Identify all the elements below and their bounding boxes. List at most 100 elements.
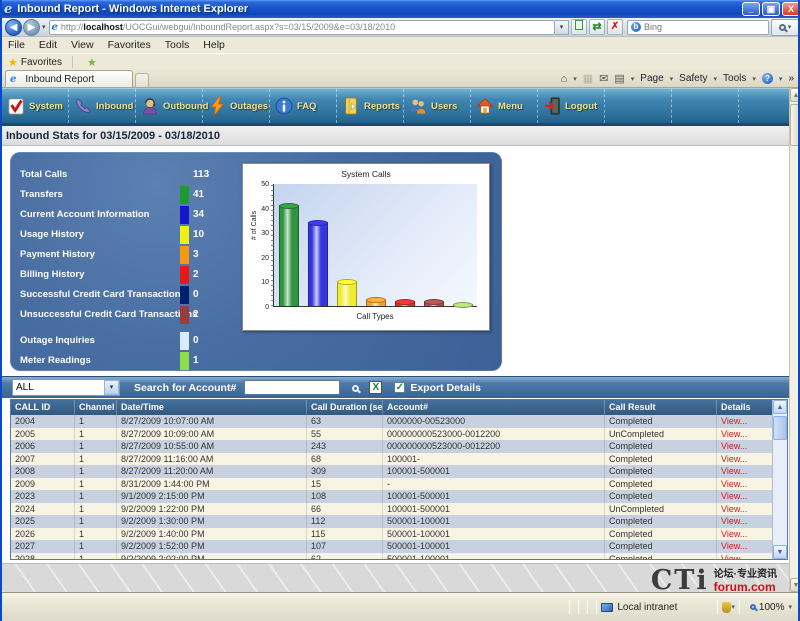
view-details-link[interactable]: View...: [717, 440, 773, 453]
export-details-checkbox[interactable]: ✓: [394, 382, 405, 393]
protected-mode-caret-icon[interactable]: ▾: [731, 603, 735, 611]
web-search-button[interactable]: ▾: [771, 19, 799, 36]
print-caret-icon[interactable]: ▾: [631, 75, 635, 83]
minimize-button[interactable]: _: [742, 2, 760, 16]
view-details-link[interactable]: View...: [717, 428, 773, 441]
read-mail-icon[interactable]: ✉: [599, 72, 608, 85]
table-scrollbar[interactable]: ▲ ▼: [772, 400, 787, 559]
column-header-call-id[interactable]: CALL ID: [11, 400, 75, 415]
table-row[interactable]: 200418/27/2009 10:07:00 AM630000000-0052…: [11, 415, 774, 428]
zoom-button[interactable]: [750, 602, 756, 613]
table-row[interactable]: 200918/31/2009 1:44:00 PM15-CompletedVie…: [11, 478, 774, 491]
close-button[interactable]: X: [782, 2, 800, 16]
page-menu[interactable]: Page: [640, 73, 663, 84]
view-details-link[interactable]: View...: [717, 515, 773, 528]
nav-item-menu[interactable]: Menu: [471, 89, 538, 123]
page-caret-icon: ▾: [670, 75, 674, 83]
compatibility-view-button[interactable]: [571, 19, 587, 35]
web-search-box[interactable]: b: [627, 20, 769, 35]
home-caret-icon[interactable]: ▾: [573, 75, 577, 83]
zoom-caret-icon[interactable]: ▾: [788, 603, 792, 611]
table-row[interactable]: 202419/2/2009 1:22:00 PM66100001-500001U…: [11, 503, 774, 516]
column-header-call-result[interactable]: Call Result: [605, 400, 717, 415]
menu-edit[interactable]: Edit: [39, 39, 57, 51]
column-header-account-[interactable]: Account#: [383, 400, 605, 415]
new-tab-button[interactable]: [135, 73, 149, 87]
favorites-bar: ★ Favorites ★: [2, 53, 800, 70]
view-details-link[interactable]: View...: [717, 453, 773, 466]
table-row[interactable]: 200818/27/2009 11:20:00 AM309100001-5000…: [11, 465, 774, 478]
address-field[interactable]: e http://localhost/UOCGui/webgui/Inbound…: [49, 20, 555, 35]
safety-menu[interactable]: Safety: [679, 73, 707, 84]
nav-item-users[interactable]: Users: [404, 89, 471, 123]
browser-scrollbar[interactable]: ▲ ▼: [789, 88, 800, 592]
view-details-link[interactable]: View...: [717, 528, 773, 541]
refresh-button[interactable]: ⇄: [589, 19, 605, 35]
browser-scrollbar-thumb[interactable]: [790, 104, 800, 146]
column-header-date-time[interactable]: Date/Time: [117, 400, 307, 415]
scroll-down-icon[interactable]: ▼: [773, 545, 787, 559]
scrollbar-thumb[interactable]: [773, 416, 787, 440]
web-search-input[interactable]: [644, 22, 765, 32]
home-icon[interactable]: ⌂: [561, 73, 568, 85]
table-row[interactable]: 202719/2/2009 1:52:00 PM107500001-100001…: [11, 540, 774, 553]
cell: 1: [75, 453, 117, 466]
table-row[interactable]: 202619/2/2009 1:40:00 PM115500001-100001…: [11, 528, 774, 541]
browser-scroll-up-icon[interactable]: ▲: [790, 88, 800, 102]
favorites-button[interactable]: Favorites: [21, 57, 62, 68]
more-commands-chevron[interactable]: »: [788, 73, 794, 84]
menu-tools[interactable]: Tools: [165, 39, 190, 51]
bar-cap: [424, 299, 444, 305]
menu-help[interactable]: Help: [203, 39, 225, 51]
account-search-button[interactable]: [352, 379, 359, 397]
protected-mode-icon[interactable]: [722, 602, 731, 613]
feeds-icon[interactable]: ▦: [583, 72, 593, 85]
view-details-link[interactable]: View...: [717, 503, 773, 516]
tab-inbound-report[interactable]: e Inbound Report: [5, 70, 133, 87]
back-button[interactable]: ◀: [5, 19, 22, 36]
table-row[interactable]: 202819/2/2009 2:02:00 PM62500001-100001C…: [11, 553, 774, 560]
menu-file[interactable]: File: [8, 39, 25, 51]
stat-row: Current Account Information34: [20, 206, 250, 226]
browser-scroll-down-icon[interactable]: ▼: [790, 578, 800, 592]
nav-item-outages[interactable]: Outages: [203, 89, 270, 123]
column-header-channel[interactable]: Channel: [75, 400, 117, 415]
tools-menu[interactable]: Tools: [723, 73, 746, 84]
print-icon[interactable]: ▤: [614, 72, 624, 85]
nav-item-reports[interactable]: Reports: [337, 89, 404, 123]
nav-item-outbound[interactable]: Outbound: [136, 89, 203, 123]
stop-button[interactable]: ✗: [607, 19, 623, 35]
add-favorite-icon[interactable]: ★: [87, 56, 97, 69]
menu-view[interactable]: View: [71, 39, 94, 51]
table-row[interactable]: 200618/27/2009 10:55:00 AM24300000000052…: [11, 440, 774, 453]
history-dropdown-icon[interactable]: ▾: [42, 23, 46, 31]
forward-button[interactable]: ▶: [23, 19, 40, 36]
scroll-up-icon[interactable]: ▲: [773, 400, 787, 414]
table-row[interactable]: 202319/1/2009 2:15:00 PM108100001-500001…: [11, 490, 774, 503]
filter-select[interactable]: ALL ▾: [12, 379, 120, 396]
view-details-link[interactable]: View...: [717, 490, 773, 503]
nav-item-logout[interactable]: Logout: [538, 89, 605, 123]
help-icon[interactable]: ?: [762, 73, 773, 84]
cell: 500001-100001: [383, 515, 605, 528]
restore-button[interactable]: ▣: [762, 2, 780, 16]
export-excel-icon[interactable]: X: [369, 381, 382, 394]
filter-dropdown-icon[interactable]: ▾: [104, 380, 119, 395]
cell: Completed: [605, 540, 717, 553]
table-row[interactable]: 202519/2/2009 1:30:00 PM112500001-100001…: [11, 515, 774, 528]
view-details-link[interactable]: View...: [717, 415, 773, 428]
view-details-link[interactable]: View...: [717, 553, 773, 560]
table-row[interactable]: 200718/27/2009 11:16:00 AM68100001-Compl…: [11, 453, 774, 466]
table-row[interactable]: 200518/27/2009 10:09:00 AM55000000000523…: [11, 428, 774, 441]
column-header-call-duration-sec-[interactable]: Call Duration (sec): [307, 400, 383, 415]
address-dropdown-button[interactable]: ▾: [555, 20, 569, 35]
column-header-details[interactable]: Details: [717, 400, 773, 415]
view-details-link[interactable]: View...: [717, 478, 773, 491]
menu-favorites[interactable]: Favorites: [108, 39, 151, 51]
nav-item-faq[interactable]: FAQ: [270, 89, 337, 123]
nav-item-system[interactable]: System: [2, 89, 69, 123]
nav-item-inbound[interactable]: Inbound: [69, 89, 136, 123]
view-details-link[interactable]: View...: [717, 465, 773, 478]
account-search-input[interactable]: [244, 380, 340, 395]
view-details-link[interactable]: View...: [717, 540, 773, 553]
